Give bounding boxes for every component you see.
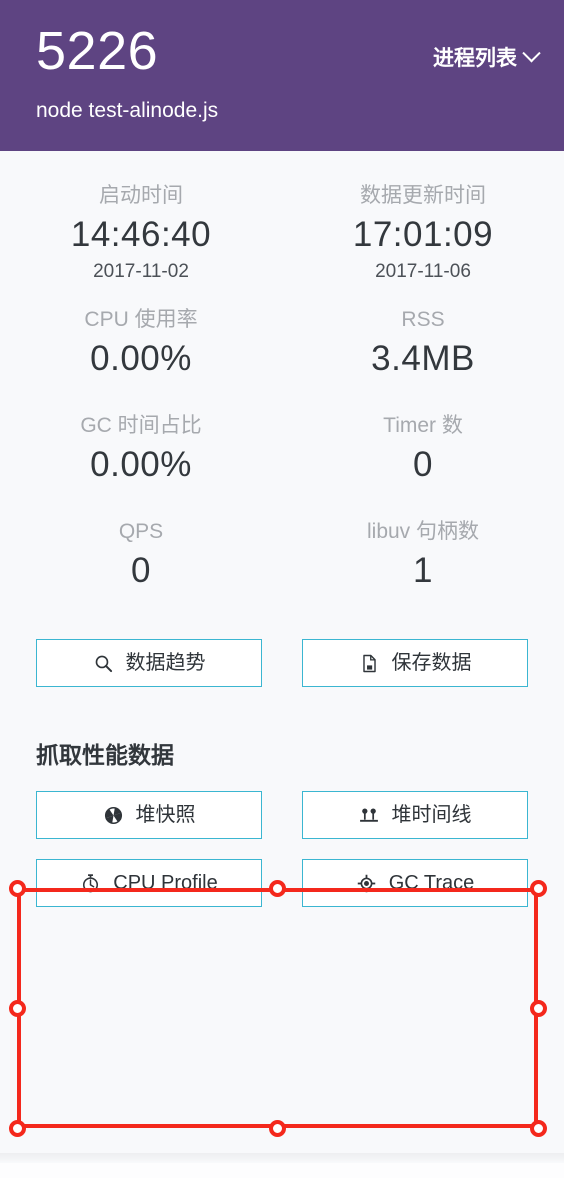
page-bottom-spacer	[0, 1163, 564, 1178]
stopwatch-icon	[80, 873, 101, 894]
app-header: 5226 node test-alinode.js 进程列表	[0, 0, 564, 151]
metric-qps: QPS 0	[0, 517, 282, 595]
process-list-label: 进程列表	[433, 47, 517, 70]
dashboard-card: 启动时间 14:46:40 2017-11-02 数据更新时间 17:01:09…	[0, 151, 564, 1163]
metric-value: 0	[131, 551, 151, 590]
metric-label: 数据更新时间	[360, 184, 486, 207]
button-label: 保存数据	[391, 652, 472, 674]
metric-row: 启动时间 14:46:40 2017-11-02 数据更新时间 17:01:09…	[0, 181, 564, 285]
metric-libuv-handles: libuv 句柄数 1	[282, 517, 564, 595]
metric-value: 17:01:09	[352, 215, 494, 254]
metric-label: GC 时间占比	[80, 414, 202, 437]
capture-section-wrap: 抓取性能数据 堆快照 堆时间线 CPU Profile GC Trace	[0, 715, 564, 933]
metric-value: 1	[413, 551, 433, 590]
metric-value: 0	[413, 445, 433, 484]
metric-rss: RSS 3.4MB	[282, 305, 564, 383]
heap-snapshot-button[interactable]: 堆快照	[36, 791, 262, 839]
aperture-icon	[103, 805, 124, 826]
crosshair-icon	[356, 873, 377, 894]
metric-label: RSS	[401, 308, 445, 331]
metric-row: CPU 使用率 0.00% RSS 3.4MB	[0, 305, 564, 383]
metric-row: QPS 0 libuv 句柄数 1	[0, 517, 564, 595]
metric-value: 0.00%	[90, 445, 192, 484]
metric-label: libuv 句柄数	[366, 520, 480, 543]
metric-subvalue: 2017-11-02	[93, 261, 189, 282]
metric-value: 3.4MB	[371, 339, 475, 378]
metric-value: 14:46:40	[70, 215, 212, 254]
gc-trace-button[interactable]: GC Trace	[302, 859, 528, 907]
capture-action-row-2: CPU Profile GC Trace	[36, 859, 528, 907]
metric-timer-count: Timer 数 0	[282, 411, 564, 489]
metric-label: QPS	[118, 520, 164, 543]
metric-value: 0.00%	[90, 339, 192, 378]
metric-label: 启动时间	[99, 184, 183, 207]
metric-cpu-usage: CPU 使用率 0.00%	[0, 305, 282, 383]
search-icon	[93, 653, 114, 674]
cpu-profile-button[interactable]: CPU Profile	[36, 859, 262, 907]
button-label: CPU Profile	[113, 872, 218, 894]
primary-action-row: 数据趋势 保存数据	[0, 639, 564, 687]
capture-action-row-1: 堆快照 堆时间线	[36, 791, 528, 839]
save-data-button[interactable]: 保存数据	[302, 639, 528, 687]
button-label: 堆时间线	[391, 804, 472, 826]
card-bottom-shadow	[0, 1153, 564, 1163]
process-name: node test-alinode.js	[36, 99, 219, 122]
metric-start-time: 启动时间 14:46:40 2017-11-02	[0, 181, 282, 285]
process-list-dropdown[interactable]: 进程列表	[433, 42, 541, 72]
metric-row: GC 时间占比 0.00% Timer 数 0	[0, 411, 564, 489]
chevron-down-icon	[522, 43, 541, 62]
metric-label: CPU 使用率	[84, 308, 198, 331]
save-file-icon	[359, 653, 380, 674]
metrics-grid: 启动时间 14:46:40 2017-11-02 数据更新时间 17:01:09…	[0, 181, 564, 595]
timeline-icon	[359, 805, 380, 826]
metric-update-time: 数据更新时间 17:01:09 2017-11-06	[282, 181, 564, 285]
capture-section-title: 抓取性能数据	[36, 742, 174, 768]
metric-label: Timer 数	[383, 414, 463, 437]
data-trend-button[interactable]: 数据趋势	[36, 639, 262, 687]
capture-performance-section: 抓取性能数据 堆快照 堆时间线 CPU Profile GC Trace	[0, 715, 564, 933]
app-root: 5226 node test-alinode.js 进程列表 启动时间 14:4…	[0, 0, 564, 1178]
heap-timeline-button[interactable]: 堆时间线	[302, 791, 528, 839]
button-label: 堆快照	[135, 804, 196, 826]
button-label: 数据趋势	[125, 652, 206, 674]
button-label: GC Trace	[388, 872, 475, 894]
metric-gc-ratio: GC 时间占比 0.00%	[0, 411, 282, 489]
metric-subvalue: 2017-11-06	[375, 261, 471, 282]
